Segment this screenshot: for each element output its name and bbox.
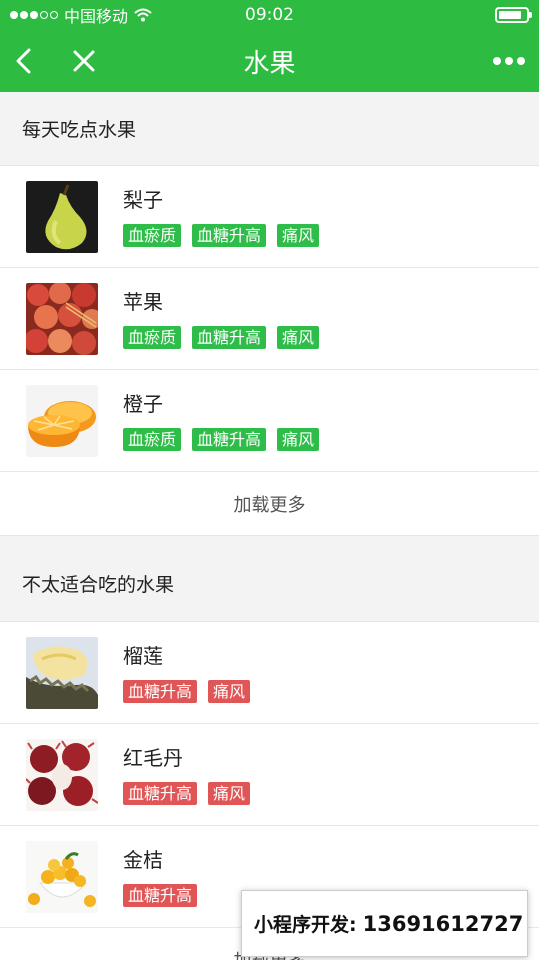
battery-level — [499, 11, 522, 19]
section-title: 每天吃点水果 — [0, 92, 539, 166]
fruit-name: 金桔 — [123, 848, 163, 872]
tag-badge: 血糖升高 — [192, 224, 267, 247]
load-more-button[interactable]: 加载更多 — [0, 472, 539, 536]
item-info: 金桔 血糖升高 — [123, 846, 198, 907]
status-bar: 中国移动 09:02 — [0, 0, 539, 30]
fruit-name: 苹果 — [123, 290, 163, 314]
back-button[interactable] — [0, 37, 48, 85]
durian-image — [26, 636, 98, 709]
tag-badge: 痛风 — [277, 428, 320, 451]
carrier-label: 中国移动 — [64, 7, 129, 26]
status-left: 中国移动 — [10, 3, 152, 27]
tag-badge: 痛风 — [208, 680, 251, 703]
tag-badge: 血糖升高 — [123, 680, 198, 703]
section-gap — [0, 536, 539, 546]
fruit-list-recommended: 梨子 血瘀质 血糖升高 痛风 苹果 血瘀质 血糖升高 痛风 橙子 血瘀质 血糖升… — [0, 166, 539, 536]
tag-badge: 痛风 — [208, 782, 251, 805]
battery-icon — [495, 7, 532, 23]
list-item[interactable]: 橙子 血瘀质 血糖升高 痛风 — [0, 370, 539, 472]
tag-badge: 血瘀质 — [123, 224, 182, 247]
tag-list: 血瘀质 血糖升高 痛风 — [123, 224, 320, 247]
nav-bar: 水果 — [0, 30, 539, 92]
close-icon — [73, 50, 95, 72]
pear-image — [26, 180, 98, 253]
tag-badge: 血糖升高 — [192, 428, 267, 451]
section-title: 不太适合吃的水果 — [0, 546, 539, 622]
apples-image — [26, 282, 98, 355]
watermark-label: 小程序开发: — [254, 914, 357, 936]
tag-badge: 痛风 — [277, 326, 320, 349]
list-item[interactable]: 梨子 血瘀质 血糖升高 痛风 — [0, 166, 539, 268]
fruit-name: 榴莲 — [123, 644, 163, 668]
signal-icon — [10, 11, 58, 19]
tag-badge: 血瘀质 — [123, 428, 182, 451]
watermark-phone: 13691612727 — [362, 911, 524, 936]
kumquat-image — [26, 840, 98, 913]
list-item[interactable]: 红毛丹 血糖升高 痛风 — [0, 724, 539, 826]
item-info: 红毛丹 血糖升高 痛风 — [123, 744, 251, 805]
tag-list: 血瘀质 血糖升高 痛风 — [123, 428, 320, 451]
item-info: 苹果 血瘀质 血糖升高 痛风 — [123, 288, 320, 349]
more-button[interactable] — [485, 37, 533, 85]
tag-badge: 血糖升高 — [123, 782, 198, 805]
watermark-overlay: 小程序开发: 13691612727 — [241, 890, 528, 957]
orange-image — [26, 384, 98, 457]
list-item[interactable]: 苹果 血瘀质 血糖升高 痛风 — [0, 268, 539, 370]
app-screen: 中国移动 09:02 水果 每天吃点水果 梨子 血瘀质 血糖升高 痛风 苹果 血… — [0, 0, 539, 960]
list-item[interactable]: 榴莲 血糖升高 痛风 — [0, 622, 539, 724]
wifi-icon — [134, 8, 152, 22]
tag-badge: 痛风 — [277, 224, 320, 247]
chevron-left-icon — [16, 48, 31, 74]
more-dots-icon — [493, 57, 525, 65]
tag-list: 血糖升高 — [123, 884, 198, 907]
item-info: 榴莲 血糖升高 痛风 — [123, 642, 251, 703]
fruit-name: 橙子 — [123, 392, 163, 416]
tag-badge: 血糖升高 — [192, 326, 267, 349]
fruit-name: 梨子 — [123, 188, 163, 212]
tag-list: 血糖升高 痛风 — [123, 680, 251, 703]
tag-badge: 血糖升高 — [123, 884, 198, 907]
fruit-name: 红毛丹 — [123, 746, 183, 770]
item-info: 橙子 血瘀质 血糖升高 痛风 — [123, 390, 320, 451]
item-info: 梨子 血瘀质 血糖升高 痛风 — [123, 186, 320, 247]
tag-badge: 血瘀质 — [123, 326, 182, 349]
tag-list: 血瘀质 血糖升高 痛风 — [123, 326, 320, 349]
tag-list: 血糖升高 痛风 — [123, 782, 251, 805]
rambutan-image — [26, 738, 98, 811]
close-button[interactable] — [60, 37, 108, 85]
